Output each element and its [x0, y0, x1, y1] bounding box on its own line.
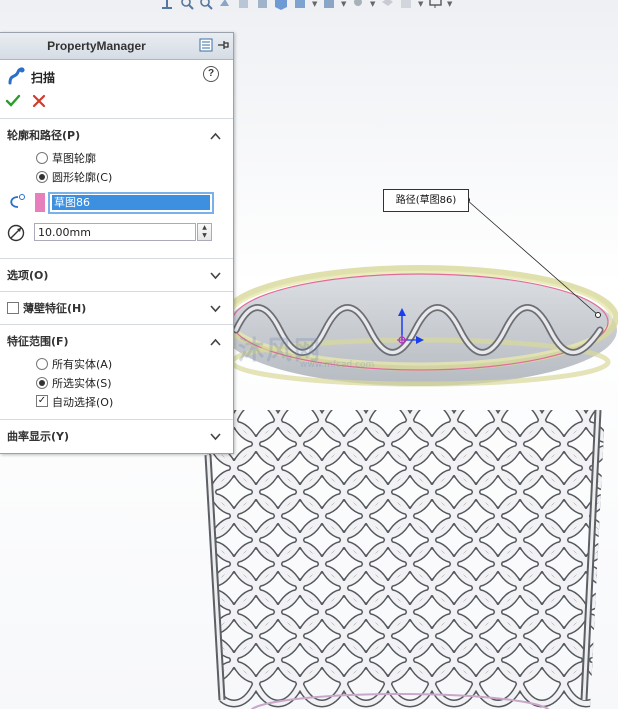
section-curvature-display: 曲率显示(Y)	[0, 419, 233, 452]
edit-appearance-icon[interactable]	[322, 0, 337, 11]
section-header-curvature-display[interactable]: 曲率显示(Y)	[0, 420, 233, 450]
grid-icon[interactable]	[399, 0, 414, 11]
cancel-button[interactable]	[32, 94, 46, 111]
option-selected-bodies[interactable]: 所选实体(S)	[0, 374, 233, 393]
radio-circular-profile[interactable]	[36, 171, 48, 183]
section-feature-scope: 特征范围(F) 所有实体(A) 所选实体(S) ✓ 自动选择(O)	[0, 324, 233, 419]
selection-color-swatch	[35, 193, 45, 212]
radio-sketch-profile[interactable]	[36, 152, 48, 164]
chevron-up-icon[interactable]	[210, 335, 221, 349]
path-selection-row: 草图86	[0, 187, 233, 219]
option-label: 圆形轮廓(C)	[52, 171, 113, 184]
auto-select-checkbox[interactable]: ✓	[36, 395, 48, 407]
basket-lattice	[205, 410, 605, 708]
chevron-down-icon[interactable]: ▼	[312, 0, 318, 11]
diameter-stepper[interactable]: ▲ ▼	[197, 223, 212, 241]
chevron-down-icon[interactable]	[210, 269, 221, 283]
view-settings-icon[interactable]	[255, 0, 270, 11]
section-thin-feature: 薄壁特征(H)	[0, 291, 233, 324]
section-profile-path: 轮廓和路径(P) 草图轮廓 圆形轮廓(C) 草图86 10.00mm ▲ ▼	[0, 118, 233, 258]
property-manager-panel: PropertyManager 扫描 ? 轮廓和路径(P) 草图轮廓 圆形轮廓(…	[0, 32, 234, 454]
chevron-down-icon[interactable]: ▼	[447, 0, 453, 11]
apply-scene-icon[interactable]	[351, 0, 366, 11]
sweep-feature-icon	[6, 66, 26, 89]
panel-options-icon[interactable]	[199, 38, 213, 52]
section-title: 特征范围(F)	[7, 335, 69, 348]
heads-up-view-toolbar: ▼ ▼ ▼ ▼ ▼	[160, 0, 600, 12]
option-label: 所选实体(S)	[52, 377, 112, 390]
zoom-fit-icon[interactable]	[179, 0, 194, 11]
path-icon	[6, 193, 28, 214]
action-buttons	[0, 90, 233, 118]
previous-view-icon[interactable]	[217, 0, 232, 11]
path-selection-value: 草图86	[52, 195, 210, 210]
section-title: 选项(O)	[7, 269, 49, 282]
section-view-icon[interactable]	[236, 0, 251, 11]
thin-feature-checkbox[interactable]	[7, 302, 19, 314]
section-title: 薄壁特征(H)	[23, 302, 87, 315]
chevron-down-icon[interactable]: ▼	[341, 0, 347, 11]
hide-show-icon[interactable]	[293, 0, 308, 11]
watermark-url: www.mfcad.com	[300, 360, 375, 370]
diameter-input[interactable]: 10.00mm	[34, 223, 196, 241]
feature-name: 扫描	[31, 71, 56, 85]
section-header-options[interactable]: 选项(O)	[0, 259, 233, 289]
option-auto-select[interactable]: ✓ 自动选择(O)	[0, 393, 233, 412]
ok-button[interactable]	[5, 93, 21, 112]
section-header-thin-feature[interactable]: 薄壁特征(H)	[0, 292, 233, 322]
section-header-profile-path[interactable]: 轮廓和路径(P)	[0, 119, 233, 149]
option-label: 草图轮廓	[52, 152, 96, 165]
diameter-icon	[7, 224, 25, 245]
section-options: 选项(O)	[0, 258, 233, 291]
option-label: 所有实体(A)	[52, 358, 113, 371]
help-icon[interactable]: ?	[203, 66, 219, 82]
section-title: 轮廓和路径(P)	[7, 129, 81, 142]
feature-title-row: 扫描 ?	[0, 60, 233, 90]
path-callout[interactable]: 路径(草图86)	[383, 189, 469, 212]
option-circular-profile[interactable]: 圆形轮廓(C)	[0, 168, 233, 187]
option-label: 自动选择(O)	[52, 396, 114, 409]
radio-all-bodies[interactable]	[36, 358, 48, 370]
path-selection-box[interactable]: 草图86	[48, 192, 214, 214]
monitor-icon[interactable]	[428, 0, 443, 11]
display-style-icon[interactable]	[274, 0, 289, 11]
chevron-down-icon[interactable]	[210, 302, 221, 316]
panel-title: PropertyManager	[47, 39, 146, 53]
chevron-down-icon[interactable]: ▼	[370, 0, 376, 11]
option-sketch-profile[interactable]: 草图轮廓	[0, 149, 233, 168]
zoom-area-icon[interactable]	[198, 0, 213, 11]
view-orient-icon[interactable]	[160, 0, 175, 11]
section-header-feature-scope[interactable]: 特征范围(F)	[0, 325, 233, 355]
section-title: 曲率显示(Y)	[7, 430, 70, 443]
view-setting-icon[interactable]	[380, 0, 395, 11]
property-manager-header: PropertyManager	[0, 33, 233, 60]
pin-icon[interactable]	[216, 38, 230, 52]
chevron-down-icon[interactable]	[210, 430, 221, 444]
radio-selected-bodies[interactable]	[36, 377, 48, 389]
diameter-row: 10.00mm ▲ ▼	[0, 219, 233, 249]
option-all-bodies[interactable]: 所有实体(A)	[0, 355, 233, 374]
chevron-up-icon[interactable]	[210, 129, 221, 143]
chevron-down-icon[interactable]: ▼	[418, 0, 424, 11]
